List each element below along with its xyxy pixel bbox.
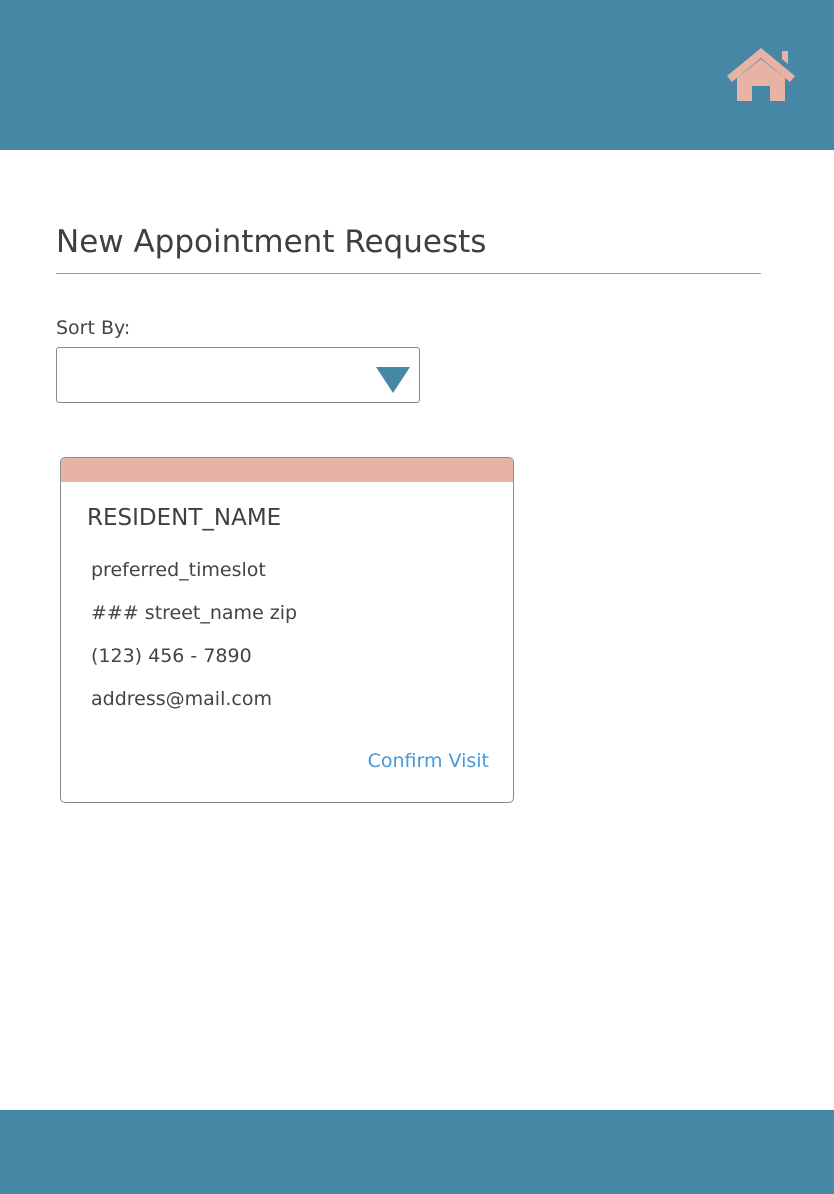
top-bar [0, 0, 834, 150]
card-accent-band [61, 458, 513, 482]
home-icon-graphic [727, 48, 795, 101]
sort-by-label: Sort By: [56, 317, 131, 339]
resident-address: ### street_name zip [91, 602, 298, 624]
resident-email: address@mail.com [91, 688, 272, 710]
page-title: New Appointment Requests [56, 224, 487, 260]
title-divider [56, 273, 761, 274]
resident-phone: (123) 456 - 7890 [91, 645, 252, 667]
bottom-bar [0, 1110, 834, 1194]
sort-by-dropdown[interactable] [56, 347, 420, 403]
preferred-timeslot: preferred_timeslot [91, 559, 266, 581]
resident-name: RESIDENT_NAME [87, 505, 282, 531]
confirm-visit-link[interactable]: Confirm Visit [368, 749, 489, 773]
home-icon[interactable] [726, 46, 796, 104]
appointment-request-card: RESIDENT_NAME preferred_timeslot ### str… [60, 457, 514, 803]
caret-down-icon [376, 367, 410, 393]
